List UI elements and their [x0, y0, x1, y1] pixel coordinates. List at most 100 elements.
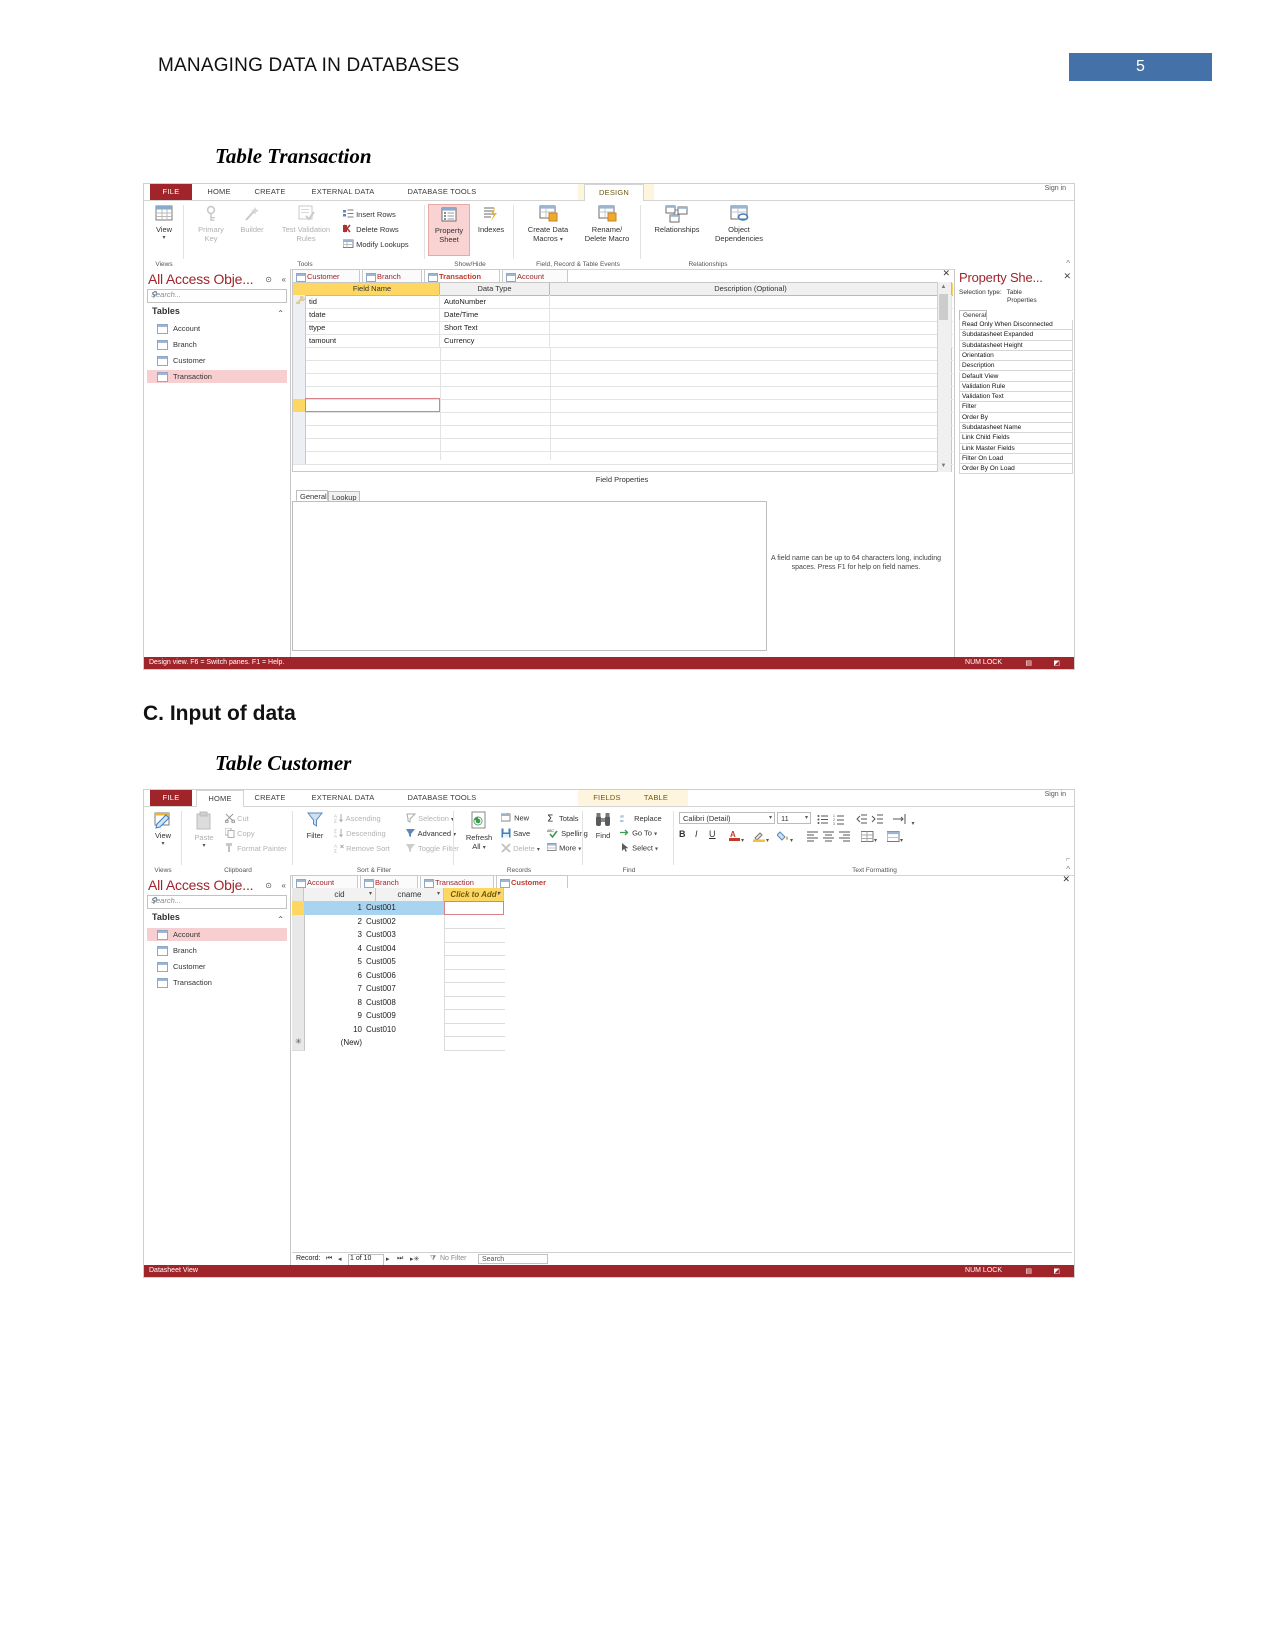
nav-search-input[interactable]: Search... ⚲	[147, 895, 287, 909]
format-painter-button[interactable]: Format Painter	[225, 843, 287, 855]
table-row[interactable]: 1 Cust001	[292, 901, 504, 916]
close-icon[interactable]: ✕	[1062, 874, 1070, 885]
last-record-button[interactable]: ⏭	[397, 1255, 403, 1263]
create-data-macros-button[interactable]: Create Data Macros ▾	[519, 205, 577, 245]
cell-cid[interactable]: 10	[304, 1023, 366, 1037]
tab-home[interactable]: HOME	[196, 184, 242, 200]
ribbon-collapse-icon[interactable]: ^	[1066, 865, 1070, 874]
grid-col-data-type[interactable]: Data Type	[440, 283, 550, 295]
delete-rows-button[interactable]: Delete Rows	[343, 224, 399, 236]
test-validation-rules-button[interactable]: Test Validation Rules	[273, 205, 339, 243]
grid-cell-description[interactable]	[550, 334, 952, 347]
grid-cell-field-name[interactable]: ttype	[305, 321, 440, 334]
table-row[interactable]: 9 Cust009	[292, 1009, 505, 1024]
cell-empty[interactable]	[444, 982, 505, 997]
previous-record-button[interactable]: ◂	[338, 1255, 342, 1263]
grid-row-empty[interactable]	[293, 347, 953, 361]
rename-delete-macro-button[interactable]: Rename/ Delete Macro	[577, 205, 637, 243]
table-row[interactable]: 4 Cust004	[292, 941, 505, 956]
doc-tab-transaction[interactable]: Transaction	[420, 875, 494, 888]
font-size-select[interactable]: 11 ▾	[777, 812, 811, 824]
doc-tab-customer[interactable]: Customer	[496, 875, 568, 888]
align-right-button[interactable]	[839, 829, 850, 847]
new-record-button[interactable]: ▸✳	[410, 1255, 419, 1263]
descending-button[interactable]: ZA Descending	[334, 828, 386, 840]
row-selector[interactable]	[293, 438, 306, 451]
property-row[interactable]: Filter On Load	[959, 453, 1073, 465]
row-selector[interactable]	[293, 451, 306, 464]
view-dropdown-caret[interactable]: ▾	[144, 234, 184, 243]
scrollbar-thumb[interactable]	[939, 294, 948, 320]
cell-cname[interactable]: Cust004	[366, 942, 444, 956]
font-color-button[interactable]: A ▾	[729, 829, 744, 847]
property-row[interactable]: Orientation	[959, 350, 1073, 362]
cell-cid[interactable]: 2	[304, 915, 366, 929]
doc-tab-transaction[interactable]: Transaction	[424, 269, 500, 282]
nav-pane-menu-icon[interactable]: ⊙	[265, 881, 272, 890]
cell-empty[interactable]	[444, 914, 505, 929]
modify-lookups-button[interactable]: Modify Lookups	[342, 239, 409, 251]
property-row[interactable]: Validation Text	[959, 392, 1073, 403]
cell-empty[interactable]	[444, 928, 505, 943]
grid-row-empty[interactable]	[293, 412, 953, 426]
find-button[interactable]: Find	[588, 811, 618, 840]
grid-row-empty[interactable]	[293, 360, 953, 374]
chevron-up-icon[interactable]: ⌃	[277, 915, 284, 924]
italic-button[interactable]: I	[695, 829, 698, 839]
table-row[interactable]: 7 Cust007	[292, 982, 505, 997]
cell-cid-new[interactable]: (New)	[304, 1036, 366, 1050]
cell-cid[interactable]: 8	[304, 996, 366, 1010]
table-row[interactable]: 2 Cust002	[292, 914, 505, 929]
grid-cell-data-type[interactable]: Short Text	[440, 321, 550, 334]
datasheet-view-icon[interactable]: ▤	[1025, 659, 1032, 667]
doc-tab-customer[interactable]: Customer	[292, 269, 360, 282]
nav-pane-collapse-icon[interactable]: «	[282, 275, 286, 284]
tab-external-data[interactable]: EXTERNAL DATA	[298, 790, 388, 806]
relationships-button[interactable]: Relationships	[646, 205, 708, 234]
tab-database-tools[interactable]: DATABASE TOOLS	[390, 790, 494, 806]
cell-cname[interactable]: Cust007	[366, 982, 444, 996]
cell-cid[interactable]: 5	[304, 955, 366, 969]
chevron-down-icon[interactable]: ▾	[437, 888, 440, 901]
cell-cname-new[interactable]	[366, 1036, 444, 1050]
tab-external-data[interactable]: EXTERNAL DATA	[298, 184, 388, 200]
grid-vertical-scrollbar[interactable]: ▲ ▼	[937, 282, 951, 472]
cell-cname[interactable]: Cust002	[366, 915, 444, 929]
property-row[interactable]: Link Child Fields	[959, 433, 1073, 444]
tab-home[interactable]: HOME	[196, 790, 244, 808]
refresh-all-button[interactable]: Refresh All ▾	[459, 811, 499, 853]
selection-button[interactable]: Selection ▾	[406, 813, 454, 825]
nav-pane-collapse-icon[interactable]: «	[282, 881, 286, 890]
bold-button[interactable]: B	[679, 829, 686, 839]
cell-empty[interactable]	[444, 1036, 505, 1051]
doc-tab-account[interactable]: Account	[292, 875, 358, 888]
copy-button[interactable]: Copy	[224, 827, 255, 840]
sign-in-link[interactable]: Sign in	[1045, 185, 1066, 192]
nav-group-tables[interactable]: Tables	[152, 912, 180, 922]
grid-row[interactable]: tamount Currency	[293, 334, 953, 348]
property-row[interactable]: Order By	[959, 412, 1073, 423]
table-row[interactable]: 5 Cust005	[292, 955, 505, 970]
table-row[interactable]: 8 Cust008	[292, 995, 505, 1010]
cell-cid[interactable]: 3	[304, 928, 366, 942]
row-selector[interactable]	[293, 373, 306, 386]
scroll-up-arrow[interactable]: ▲	[938, 282, 949, 293]
grid-row[interactable]: ttype Short Text	[293, 321, 953, 335]
cell-cid[interactable]: 1	[304, 901, 366, 915]
align-center-button[interactable]	[823, 829, 834, 847]
grid-row-empty[interactable]	[293, 451, 953, 465]
doc-tab-branch[interactable]: Branch	[360, 875, 418, 888]
grid-row[interactable]: tdate Date/Time	[293, 308, 953, 322]
object-dependencies-button[interactable]: Object Dependencies	[708, 205, 770, 243]
tab-fields[interactable]: FIELDS	[584, 790, 630, 806]
table-row[interactable]: 6 Cust006	[292, 968, 505, 983]
nav-item-branch[interactable]: Branch	[147, 944, 287, 957]
cell-empty[interactable]	[444, 1022, 505, 1037]
view-button[interactable]: View ▾	[144, 205, 184, 243]
cell-empty[interactable]	[444, 1009, 505, 1024]
cell-cname[interactable]: Cust006	[366, 969, 444, 983]
cell-cid[interactable]: 6	[304, 969, 366, 983]
property-row[interactable]: Default View	[959, 371, 1073, 382]
insert-rows-button[interactable]: Insert Rows	[343, 209, 396, 221]
nav-item-branch[interactable]: Branch	[147, 338, 287, 351]
